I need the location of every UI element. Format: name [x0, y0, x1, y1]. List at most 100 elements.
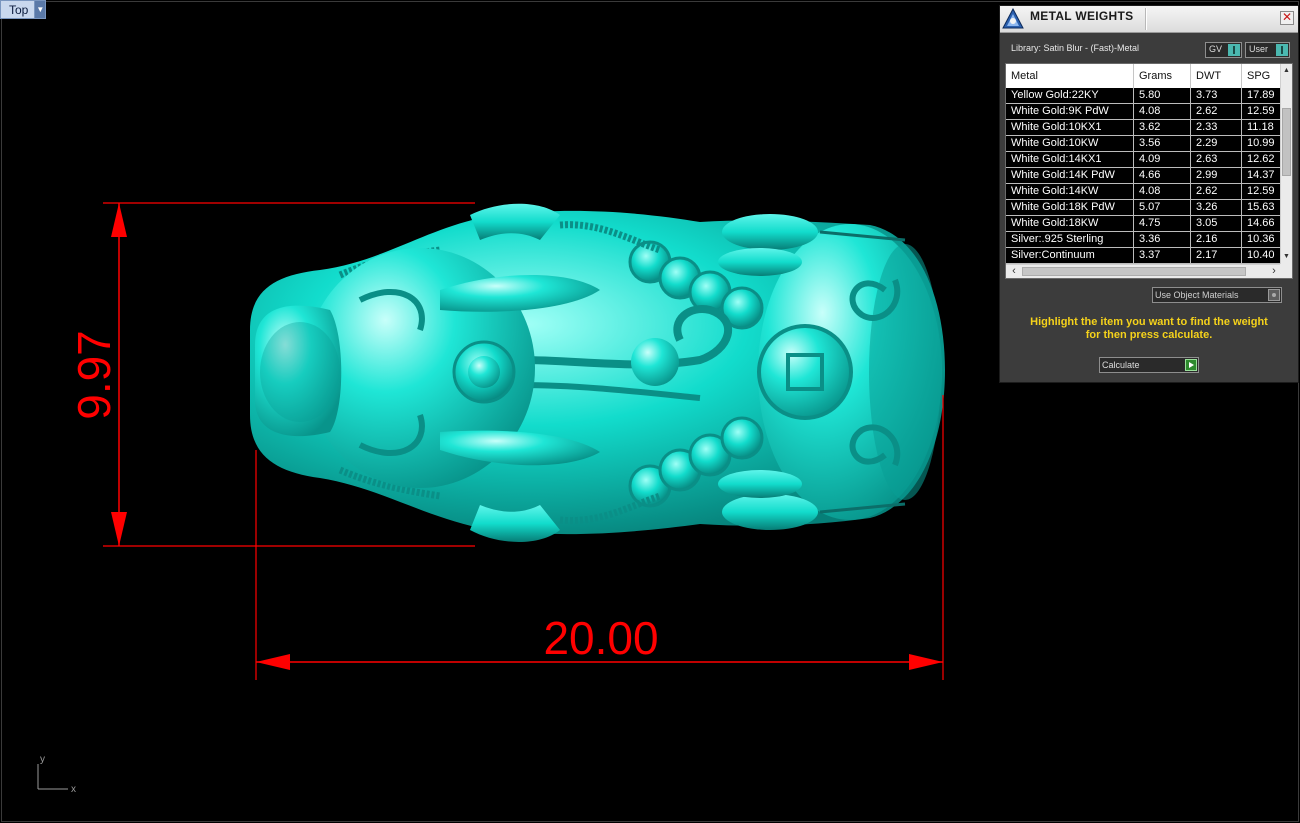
dwt-cell: 3.26: [1191, 200, 1242, 216]
scroll-right-icon[interactable]: ›: [1268, 265, 1280, 278]
table-row[interactable]: Yellow Gold:22KY 5.80 3.73 17.89: [1006, 88, 1282, 104]
metal-cell: White Gold:14KW: [1006, 184, 1134, 200]
table-row[interactable]: White Gold:10KX1 3.62 2.33 11.18: [1006, 120, 1282, 136]
metal-cell: White Gold:14K PdW: [1006, 168, 1134, 184]
instruction-line-1: Highlight the item you want to find the …: [1030, 316, 1268, 328]
vertical-scroll-thumb[interactable]: [1282, 108, 1291, 176]
metal-weights-panel: METAL WEIGHTS ✕ Library: Satin Blur - (F…: [999, 5, 1299, 383]
spg-cell: 10.99: [1242, 136, 1282, 152]
spg-cell: 12.62: [1242, 152, 1282, 168]
column-header-metal[interactable]: Metal: [1006, 64, 1134, 88]
grams-cell: 3.62: [1134, 120, 1191, 136]
metal-cell: White Gold:18K PdW: [1006, 200, 1134, 216]
table-row[interactable]: White Gold:14KX1 4.09 2.63 12.62: [1006, 152, 1282, 168]
calculate-button[interactable]: Calculate: [1099, 357, 1199, 373]
dwt-cell: 2.33: [1191, 120, 1242, 136]
grams-cell: 3.36: [1134, 232, 1191, 248]
rhino-viewport[interactable]: 9.97 20.00 y x Top ▼ METAL WEIGHTS ✕ Lib…: [0, 0, 1300, 823]
metal-cell: Yellow Gold:22KY: [1006, 88, 1134, 104]
grams-cell: 4.09: [1134, 152, 1191, 168]
dwt-cell: 2.63: [1191, 152, 1242, 168]
grams-cell: 5.07: [1134, 200, 1191, 216]
column-header-dwt[interactable]: DWT: [1191, 64, 1242, 88]
dwt-cell: 3.05: [1191, 216, 1242, 232]
title-separator: [1145, 8, 1147, 30]
dwt-cell: 2.99: [1191, 168, 1242, 184]
table-row[interactable]: White Gold:18K PdW 5.07 3.26 15.63: [1006, 200, 1282, 216]
table-row[interactable]: Silver:.925 Sterling 3.36 2.16 10.36: [1006, 232, 1282, 248]
grams-cell: 4.08: [1134, 104, 1191, 120]
gv-indicator-icon: [1228, 44, 1240, 56]
scroll-up-icon[interactable]: ▲: [1281, 65, 1292, 77]
table-row[interactable]: White Gold:14K PdW 4.66 2.99 14.37: [1006, 168, 1282, 184]
spg-cell: 14.37: [1242, 168, 1282, 184]
dwt-cell: 2.16: [1191, 232, 1242, 248]
grams-cell: 4.75: [1134, 216, 1191, 232]
column-header-grams[interactable]: Grams: [1134, 64, 1191, 88]
grams-cell: 3.56: [1134, 136, 1191, 152]
close-icon[interactable]: ✕: [1280, 11, 1294, 25]
spg-cell: 14.66: [1242, 216, 1282, 232]
table-row[interactable]: White Gold:10KW 3.56 2.29 10.99: [1006, 136, 1282, 152]
gemvision-logo-icon: [1002, 8, 1024, 29]
gv-label: GV: [1209, 44, 1223, 54]
metal-cell: Silver:.925 Sterling: [1006, 232, 1134, 248]
use-object-materials-label: Use Object Materials: [1155, 290, 1239, 300]
spg-cell: 15.63: [1242, 200, 1282, 216]
user-indicator-icon: [1276, 44, 1288, 56]
spg-cell: 17.89: [1242, 88, 1282, 104]
library-label: Library: Satin Blur - (Fast)-Metal: [1011, 43, 1140, 53]
view-name-tab[interactable]: Top ▼: [0, 0, 47, 19]
dwt-cell: 2.62: [1191, 184, 1242, 200]
user-toggle[interactable]: User: [1245, 42, 1290, 58]
grams-cell: 4.66: [1134, 168, 1191, 184]
instruction-line-2: for then press calculate.: [1085, 329, 1213, 341]
view-menu-dropdown-icon[interactable]: ▼: [34, 1, 46, 18]
user-label: User: [1249, 44, 1269, 54]
panel-title: METAL WEIGHTS: [1030, 9, 1134, 23]
table-row[interactable]: White Gold:14KW 4.08 2.62 12.59: [1006, 184, 1282, 200]
metal-weights-table[interactable]: Metal Grams DWT SPG Yellow Gold:22KY 5.80…: [1005, 63, 1293, 279]
horizontal-scrollbar[interactable]: ‹ ›: [1006, 264, 1282, 278]
vertical-scrollbar[interactable]: ▲ ▼: [1280, 64, 1292, 264]
scroll-down-icon[interactable]: ▼: [1281, 251, 1292, 263]
spg-cell: 10.40: [1242, 248, 1282, 264]
dwt-cell: 2.17: [1191, 248, 1242, 264]
dwt-cell: 2.62: [1191, 104, 1242, 120]
pixiu-model: [250, 203, 945, 542]
gv-toggle[interactable]: GV: [1205, 42, 1242, 58]
spg-cell: 11.18: [1242, 120, 1282, 136]
axis-x-label: x: [71, 784, 76, 795]
grams-cell: 4.08: [1134, 184, 1191, 200]
use-object-materials-toggle[interactable]: Use Object Materials: [1152, 287, 1282, 303]
spg-cell: 12.59: [1242, 184, 1282, 200]
table-header: Metal Grams DWT SPG: [1006, 64, 1282, 88]
column-header-spg[interactable]: SPG: [1242, 64, 1282, 88]
play-arrow-icon: [1185, 359, 1197, 371]
view-name-label: Top: [9, 3, 29, 17]
instruction-text: Highlight the item you want to find the …: [1000, 316, 1298, 342]
scrollbar-corner: [1280, 264, 1292, 278]
metal-cell: White Gold:18KW: [1006, 216, 1134, 232]
metal-cell: White Gold:14KX1: [1006, 152, 1134, 168]
axis-gizmo: y x: [37, 754, 76, 795]
metal-cell: White Gold:10KX1: [1006, 120, 1134, 136]
metal-cell: Silver:Continuum: [1006, 248, 1134, 264]
spg-cell: 10.36: [1242, 232, 1282, 248]
spg-cell: 12.59: [1242, 104, 1282, 120]
metal-cell: White Gold:9K PdW: [1006, 104, 1134, 120]
grams-cell: 3.37: [1134, 248, 1191, 264]
grams-cell: 5.80: [1134, 88, 1191, 104]
dimension-height-label: 9.97: [68, 330, 120, 420]
toggle-radio-icon: [1268, 289, 1280, 301]
table-row[interactable]: White Gold:18KW 4.75 3.05 14.66: [1006, 216, 1282, 232]
dwt-cell: 3.73: [1191, 88, 1242, 104]
calculate-label: Calculate: [1102, 360, 1140, 370]
metal-cell: White Gold:10KW: [1006, 136, 1134, 152]
table-row[interactable]: Silver:Continuum 3.37 2.17 10.40: [1006, 248, 1282, 264]
table-row[interactable]: White Gold:9K PdW 4.08 2.62 12.59: [1006, 104, 1282, 120]
scroll-left-icon[interactable]: ‹: [1008, 265, 1020, 278]
table-body: Yellow Gold:22KY 5.80 3.73 17.89 White Gold…: [1006, 88, 1282, 264]
panel-title-bar[interactable]: METAL WEIGHTS ✕: [1000, 6, 1298, 33]
horizontal-scroll-thumb[interactable]: [1022, 267, 1246, 276]
